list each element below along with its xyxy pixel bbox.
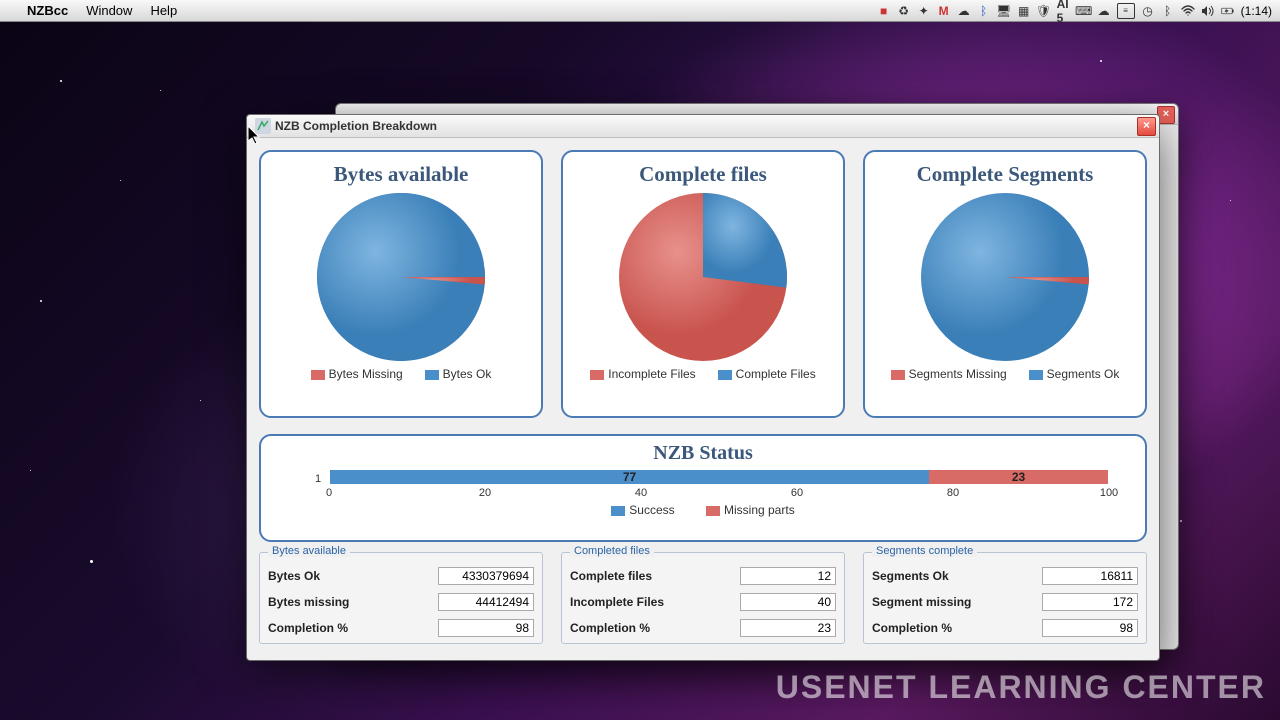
bytes-missing-field[interactable] <box>438 593 534 611</box>
files-pie-chart <box>619 193 787 361</box>
volume-icon[interactable] <box>1201 4 1215 18</box>
tray-icon[interactable]: ✦ <box>917 4 931 18</box>
tray-icon[interactable]: ♻ <box>897 4 911 18</box>
bluetooth-icon[interactable]: ᛒ <box>977 4 991 18</box>
bytes-stats-group: Bytes available Bytes Ok Bytes missing C… <box>259 552 543 644</box>
watermark: USENET LEARNING CENTER <box>776 669 1266 706</box>
close-button[interactable]: × <box>1137 117 1156 136</box>
status-bar-chart: 1 77 23 0 20 40 60 80 100 <box>289 469 1117 503</box>
status-bar-missing-seg: 23 <box>929 470 1108 484</box>
card-title: Bytes available <box>334 162 469 187</box>
nzb-breakdown-window: NZB Completion Breakdown × Bytes availab… <box>246 114 1160 661</box>
menu-help[interactable]: Help <box>141 3 186 18</box>
group-title: Bytes available <box>268 545 350 557</box>
bytes-available-card: Bytes available <box>259 150 543 418</box>
status-bar-axis: 0 20 40 60 80 100 <box>329 485 1109 501</box>
app-icon <box>255 118 271 134</box>
stat-label: Complete files <box>570 569 652 583</box>
battery-icon[interactable] <box>1221 4 1235 18</box>
tray-icon[interactable]: 🛡 <box>1037 4 1051 18</box>
bluetooth-icon[interactable]: ᛒ <box>1161 4 1175 18</box>
stat-label: Completion % <box>268 621 348 635</box>
menu-bar-clock[interactable]: (1:14) <box>1241 4 1272 18</box>
stat-label: Bytes Ok <box>268 569 320 583</box>
stat-label: Completion % <box>570 621 650 635</box>
group-title: Completed files <box>570 545 654 557</box>
status-bar-success-seg: 77 <box>330 470 929 484</box>
card-title: Complete files <box>639 162 767 187</box>
group-title: Segments complete <box>872 545 977 557</box>
tray-icon[interactable]: M <box>937 4 951 18</box>
tray-icon[interactable]: ☁ <box>957 4 971 18</box>
files-completion-field[interactable] <box>740 619 836 637</box>
card-title: NZB Status <box>289 442 1117 465</box>
segments-stats-group: Segments complete Segments Ok Segment mi… <box>863 552 1147 644</box>
incomplete-files-field[interactable] <box>740 593 836 611</box>
stat-label: Bytes missing <box>268 595 349 609</box>
tray-icon[interactable]: 🖥 <box>997 4 1011 18</box>
stat-label: Incomplete Files <box>570 595 664 609</box>
status-bar-legend: Success Missing parts <box>289 503 1117 517</box>
tray-icon[interactable]: ☁ <box>1097 4 1111 18</box>
app-menu[interactable]: NZBcc <box>18 3 77 18</box>
time-machine-icon[interactable]: ◷ <box>1141 4 1155 18</box>
card-title: Complete Segments <box>917 162 1094 187</box>
pie-legend: Bytes Missing Bytes Ok <box>269 367 533 381</box>
tray-icon[interactable]: ⌨ <box>1077 4 1091 18</box>
tray-icon[interactable]: ▦ <box>1017 4 1031 18</box>
tray-icon[interactable]: ≡ <box>1117 3 1135 19</box>
complete-segments-card: Complete Segments Segments Missing Segme… <box>863 150 1147 418</box>
nzb-status-card: NZB Status 1 77 23 0 20 40 60 80 100 Suc… <box>259 434 1147 542</box>
bytes-completion-field[interactable] <box>438 619 534 637</box>
stat-label: Completion % <box>872 621 952 635</box>
stat-label: Segments Ok <box>872 569 949 583</box>
wifi-icon[interactable] <box>1181 4 1195 18</box>
pie-legend: Incomplete Files Complete Files <box>571 367 835 381</box>
menu-bar: NZBcc Window Help ■ ♻ ✦ M ☁ ᛒ 🖥 ▦ 🛡 AI 5… <box>0 0 1280 22</box>
tray-icon[interactable]: AI 5 <box>1057 4 1071 18</box>
window-title: NZB Completion Breakdown <box>275 119 437 133</box>
stat-label: Segment missing <box>872 595 971 609</box>
pie-legend: Segments Missing Segments Ok <box>873 367 1137 381</box>
window-titlebar[interactable]: NZB Completion Breakdown × <box>247 115 1159 138</box>
complete-files-card: Complete files Incomplete Files <box>561 150 845 418</box>
segments-missing-field[interactable] <box>1042 593 1138 611</box>
segments-pie-chart <box>921 193 1089 361</box>
tray-icon[interactable]: ■ <box>877 4 891 18</box>
complete-files-field[interactable] <box>740 567 836 585</box>
menu-window[interactable]: Window <box>77 3 141 18</box>
files-stats-group: Completed files Complete files Incomplet… <box>561 552 845 644</box>
status-bar-ylabel: 1 <box>315 473 321 485</box>
segments-completion-field[interactable] <box>1042 619 1138 637</box>
bytes-pie-chart <box>317 193 485 361</box>
bytes-ok-field[interactable] <box>438 567 534 585</box>
segments-ok-field[interactable] <box>1042 567 1138 585</box>
menu-bar-tray: ■ ♻ ✦ M ☁ ᛒ 🖥 ▦ 🛡 AI 5 ⌨ ☁ ≡ ◷ ᛒ (1:14) <box>877 3 1272 19</box>
